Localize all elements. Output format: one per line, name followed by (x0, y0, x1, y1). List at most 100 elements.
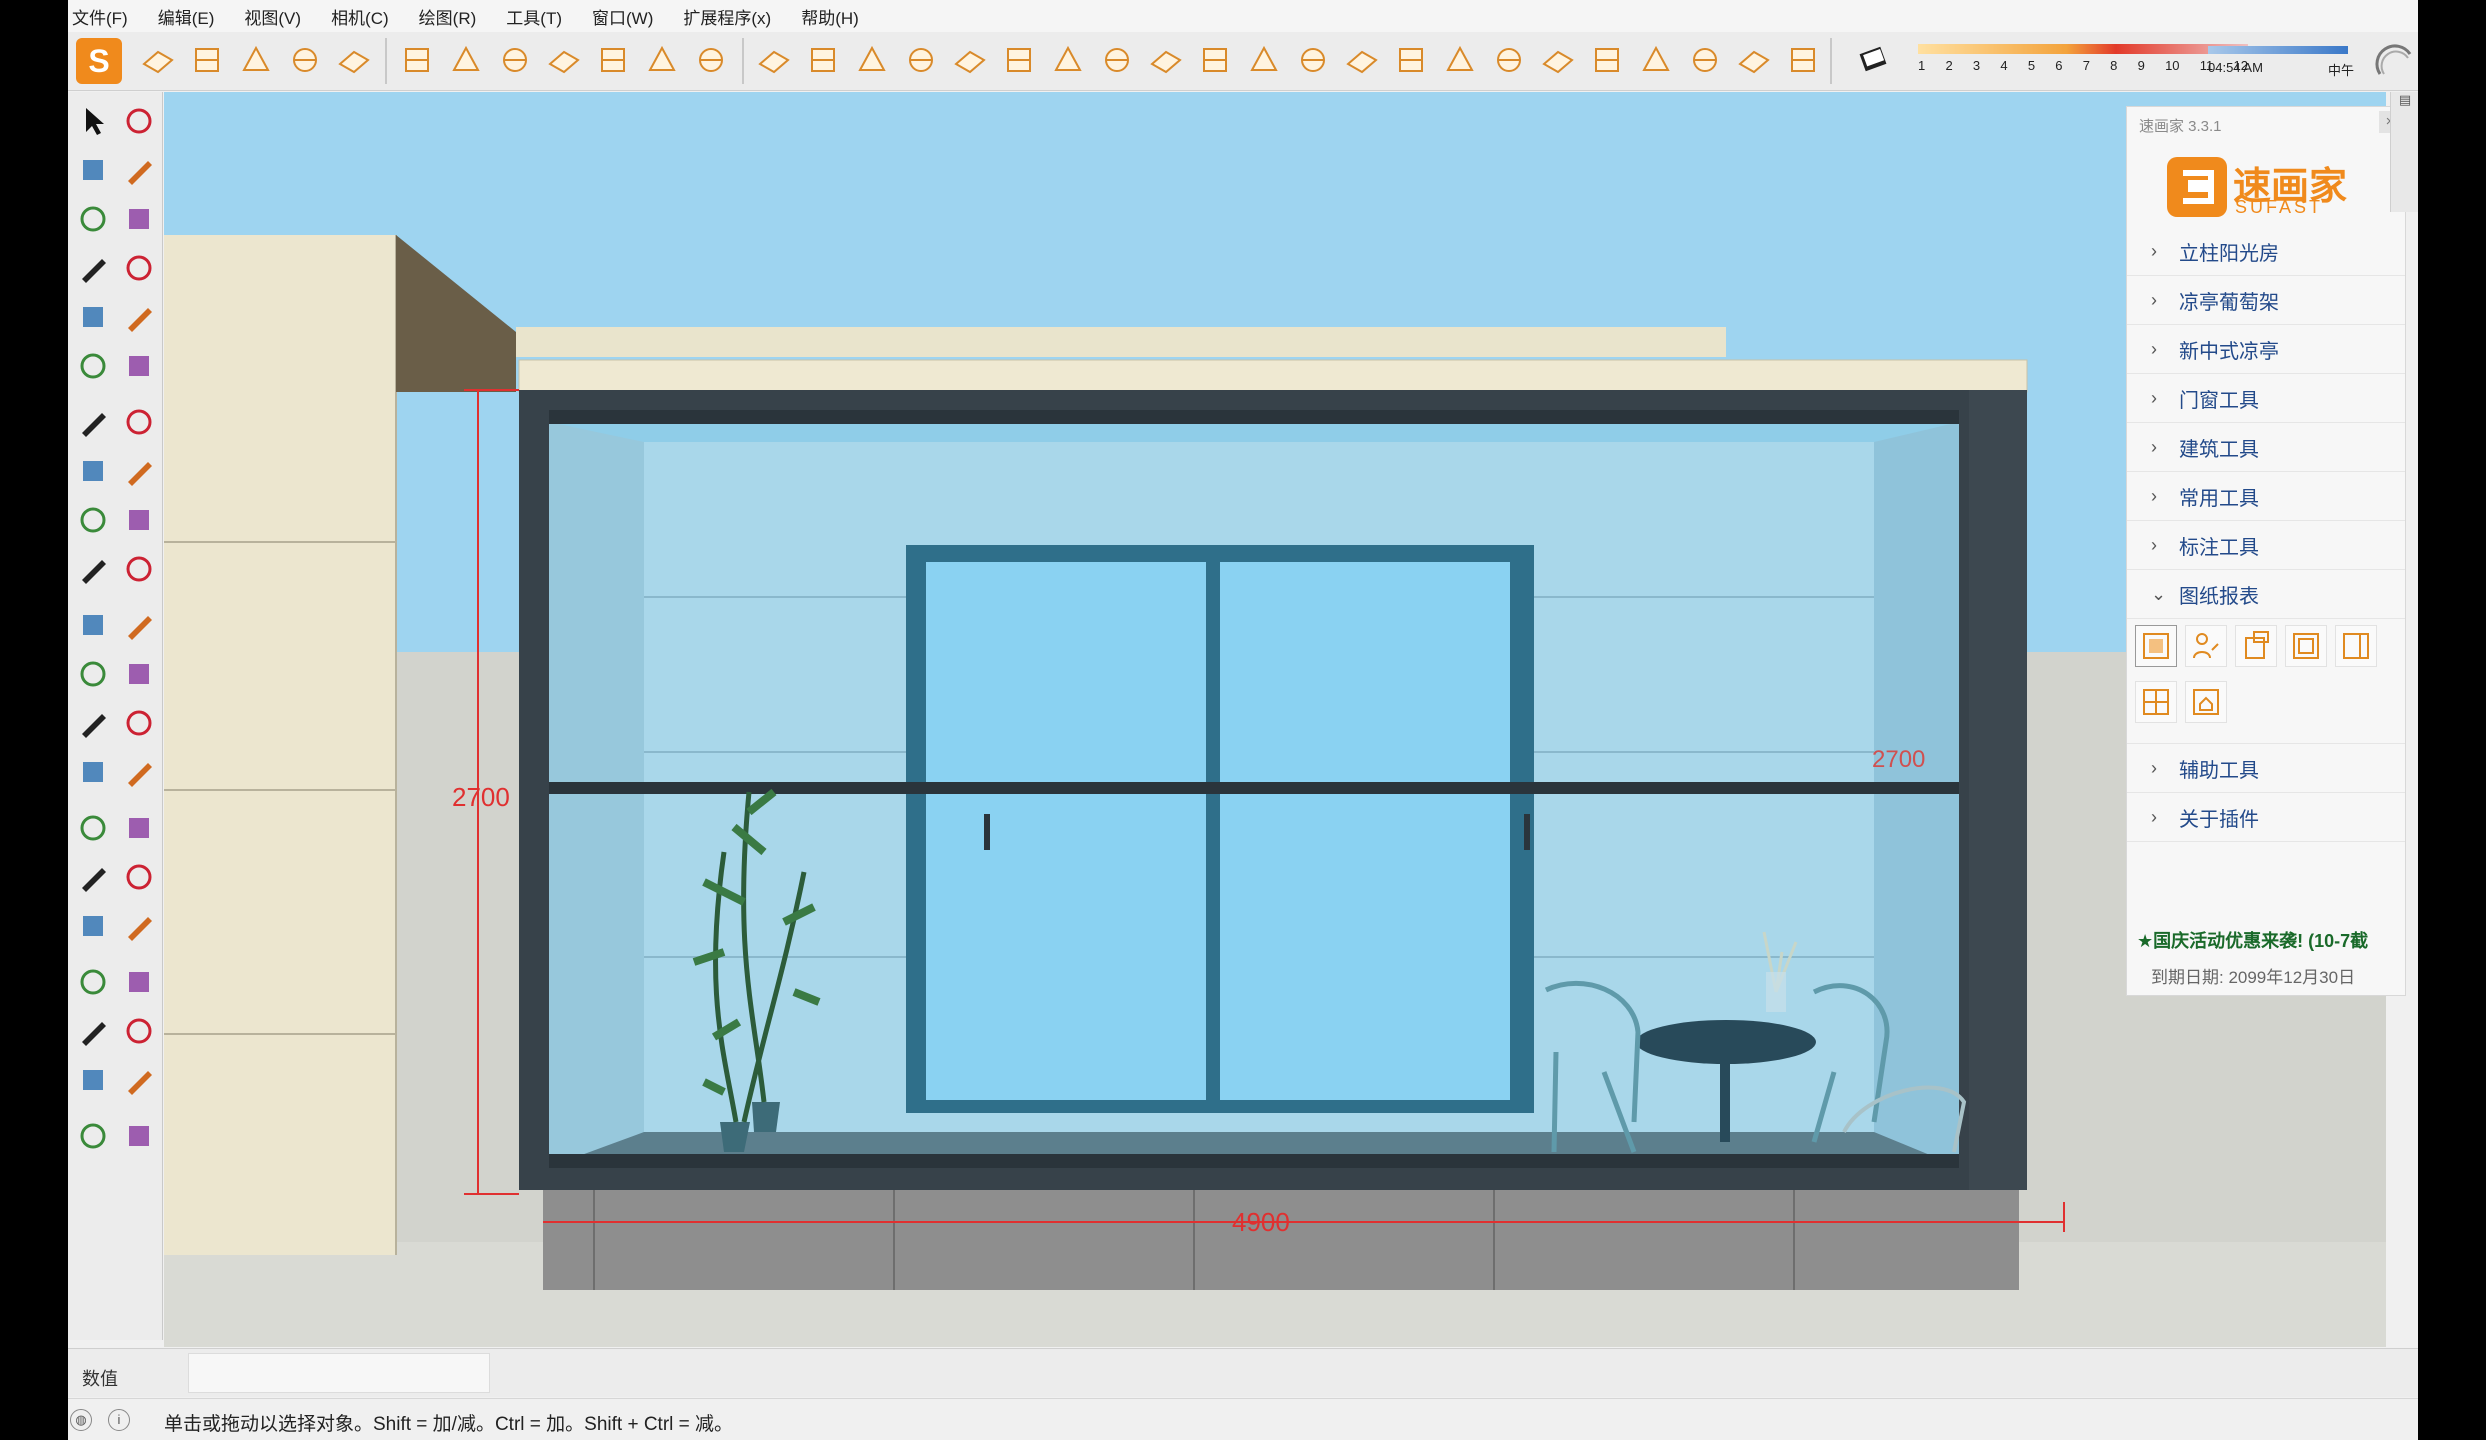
zoom-prev-icon[interactable] (120, 907, 158, 945)
look-around-icon[interactable] (120, 963, 158, 1001)
curve-tool-icon[interactable] (852, 40, 892, 80)
roof-c-tool-icon[interactable] (334, 40, 374, 80)
menu-file[interactable]: 文件(F) (72, 4, 128, 29)
axes-icon[interactable] (74, 704, 112, 742)
section-icon[interactable] (120, 753, 158, 791)
pointer-tool-icon[interactable] (999, 40, 1039, 80)
column-b-tool-icon[interactable] (593, 40, 633, 80)
stair-a-tool-icon[interactable] (397, 40, 437, 80)
report-split-icon[interactable] (2335, 625, 2377, 667)
wall-tool-icon[interactable] (187, 40, 227, 80)
menu-extensions[interactable]: 扩展程序(x) (683, 4, 771, 29)
text-icon[interactable] (120, 704, 158, 742)
roof-b-tool-icon[interactable] (285, 40, 325, 80)
push-pull-icon[interactable] (120, 501, 158, 539)
hatch-tool-icon[interactable] (1146, 40, 1186, 80)
rotate-tool-icon[interactable] (1048, 40, 1088, 80)
protractor-icon[interactable] (120, 655, 158, 693)
report-sheet-icon[interactable] (2135, 625, 2177, 667)
menu-edit[interactable]: 编辑(E) (158, 4, 215, 29)
stair-b-tool-icon[interactable] (446, 40, 486, 80)
hatch-c-tool-icon[interactable] (1734, 40, 1774, 80)
arc-3pt-icon[interactable] (74, 452, 112, 490)
follow-me-icon[interactable] (120, 550, 158, 588)
crossbox-tool-icon[interactable] (1391, 40, 1431, 80)
layers-tool-icon[interactable] (1636, 40, 1676, 80)
menu-chinese-pavilion[interactable]: › 新中式凉亭 (2127, 325, 2405, 374)
circle-icon[interactable] (74, 347, 112, 385)
cross-tool-icon[interactable] (1195, 40, 1235, 80)
freehand-icon[interactable] (120, 249, 158, 287)
stair-c-tool-icon[interactable] (495, 40, 535, 80)
report-home-icon[interactable] (2185, 681, 2227, 723)
sufast-logo-button[interactable]: S (76, 38, 122, 84)
floor-slab-tool-icon[interactable] (138, 40, 178, 80)
menu-view[interactable]: 视图(V) (244, 4, 301, 29)
menu-building-tools[interactable]: › 建筑工具 (2127, 423, 2405, 472)
menu-window[interactable]: 窗口(W) (592, 4, 653, 29)
sandbox-d-icon[interactable] (120, 1117, 158, 1155)
menu-tools[interactable]: 工具(T) (506, 4, 562, 29)
scatter-tool-icon[interactable] (1293, 40, 1333, 80)
menu-auxiliary-tools[interactable]: › 辅助工具 (2127, 744, 2405, 793)
paint-bucket-icon[interactable] (74, 151, 112, 189)
menu-draw[interactable]: 绘图(R) (419, 4, 477, 29)
menu-door-window-tools[interactable]: › 门窗工具 (2127, 374, 2405, 423)
pillar-tool-icon[interactable] (803, 40, 843, 80)
zoom-window-icon[interactable] (120, 858, 158, 896)
report-frame-icon[interactable] (2285, 625, 2327, 667)
board-tool-icon[interactable] (691, 40, 731, 80)
orbit-view-icon[interactable] (74, 809, 112, 847)
grid-select-tool-icon[interactable] (1587, 40, 1627, 80)
report-plan-icon[interactable] (2235, 625, 2277, 667)
scale-tool-icon[interactable] (1538, 40, 1578, 80)
sandbox-a-icon[interactable] (74, 1061, 112, 1099)
check-tool-icon[interactable] (901, 40, 941, 80)
tray-collapsed-tab[interactable]: ▤ (2390, 92, 2418, 212)
footprints-icon[interactable] (74, 1012, 112, 1050)
menu-help[interactable]: 帮助(H) (801, 4, 859, 29)
zoom-extents-icon[interactable] (74, 907, 112, 945)
shadows-toggle-icon[interactable] (1854, 40, 1894, 80)
hatch-b-tool-icon[interactable] (1685, 40, 1725, 80)
mirror-tool-icon[interactable] (1440, 40, 1480, 80)
circle-grid-tool-icon[interactable] (950, 40, 990, 80)
arc-2pt-icon[interactable] (120, 452, 158, 490)
select-icon[interactable] (74, 102, 112, 140)
tape-measure-icon[interactable] (74, 655, 112, 693)
position-camera-icon[interactable] (120, 1012, 158, 1050)
rotate-icon[interactable] (74, 550, 112, 588)
zoom-icon[interactable] (74, 858, 112, 896)
roof-a-tool-icon[interactable] (236, 40, 276, 80)
shadow-date-slider[interactable]: 1 2 3 4 5 6 7 8 9 10 11 12 (1918, 40, 2248, 84)
pan-icon[interactable] (120, 809, 158, 847)
shadow-time-slider[interactable]: 04:54 AM 中午 (2208, 40, 2358, 84)
report-person-icon[interactable] (2185, 625, 2227, 667)
model-viewport[interactable]: 2700 2700 4900 (164, 92, 2386, 1347)
column-a-tool-icon[interactable] (544, 40, 584, 80)
rectangle-icon[interactable] (74, 298, 112, 336)
menu-common-tools[interactable]: › 常用工具 (2127, 472, 2405, 521)
orbit-arc-icon[interactable] (2374, 40, 2414, 80)
sandbox-b-icon[interactable] (120, 1061, 158, 1099)
menu-grape-trellis[interactable]: › 凉亭葡萄架 (2127, 276, 2405, 325)
measurements-input[interactable] (188, 1353, 490, 1393)
scale-icon[interactable] (74, 606, 112, 644)
tape-icon[interactable] (120, 200, 158, 238)
hatch-3d-tool-icon[interactable] (1783, 40, 1823, 80)
pie-icon[interactable] (120, 403, 158, 441)
cursor-tool-icon[interactable] (1489, 40, 1529, 80)
menu-drawing-reports[interactable]: ⌄ 图纸报表 (2127, 570, 2405, 619)
report-grid-icon[interactable] (2135, 681, 2177, 723)
info-icon[interactable]: i (108, 1409, 130, 1431)
menu-annotation-tools[interactable]: › 标注工具 (2127, 521, 2405, 570)
frame-tool-icon[interactable] (1244, 40, 1284, 80)
pencil-icon[interactable] (74, 249, 112, 287)
offset-icon[interactable] (120, 606, 158, 644)
column-c-tool-icon[interactable] (642, 40, 682, 80)
rotated-rect-icon[interactable] (120, 298, 158, 336)
menu-about-plugin[interactable]: › 关于插件 (2127, 793, 2405, 842)
dimension-icon[interactable] (74, 753, 112, 791)
select-box-tool-icon[interactable] (754, 40, 794, 80)
move-icon[interactable] (74, 501, 112, 539)
